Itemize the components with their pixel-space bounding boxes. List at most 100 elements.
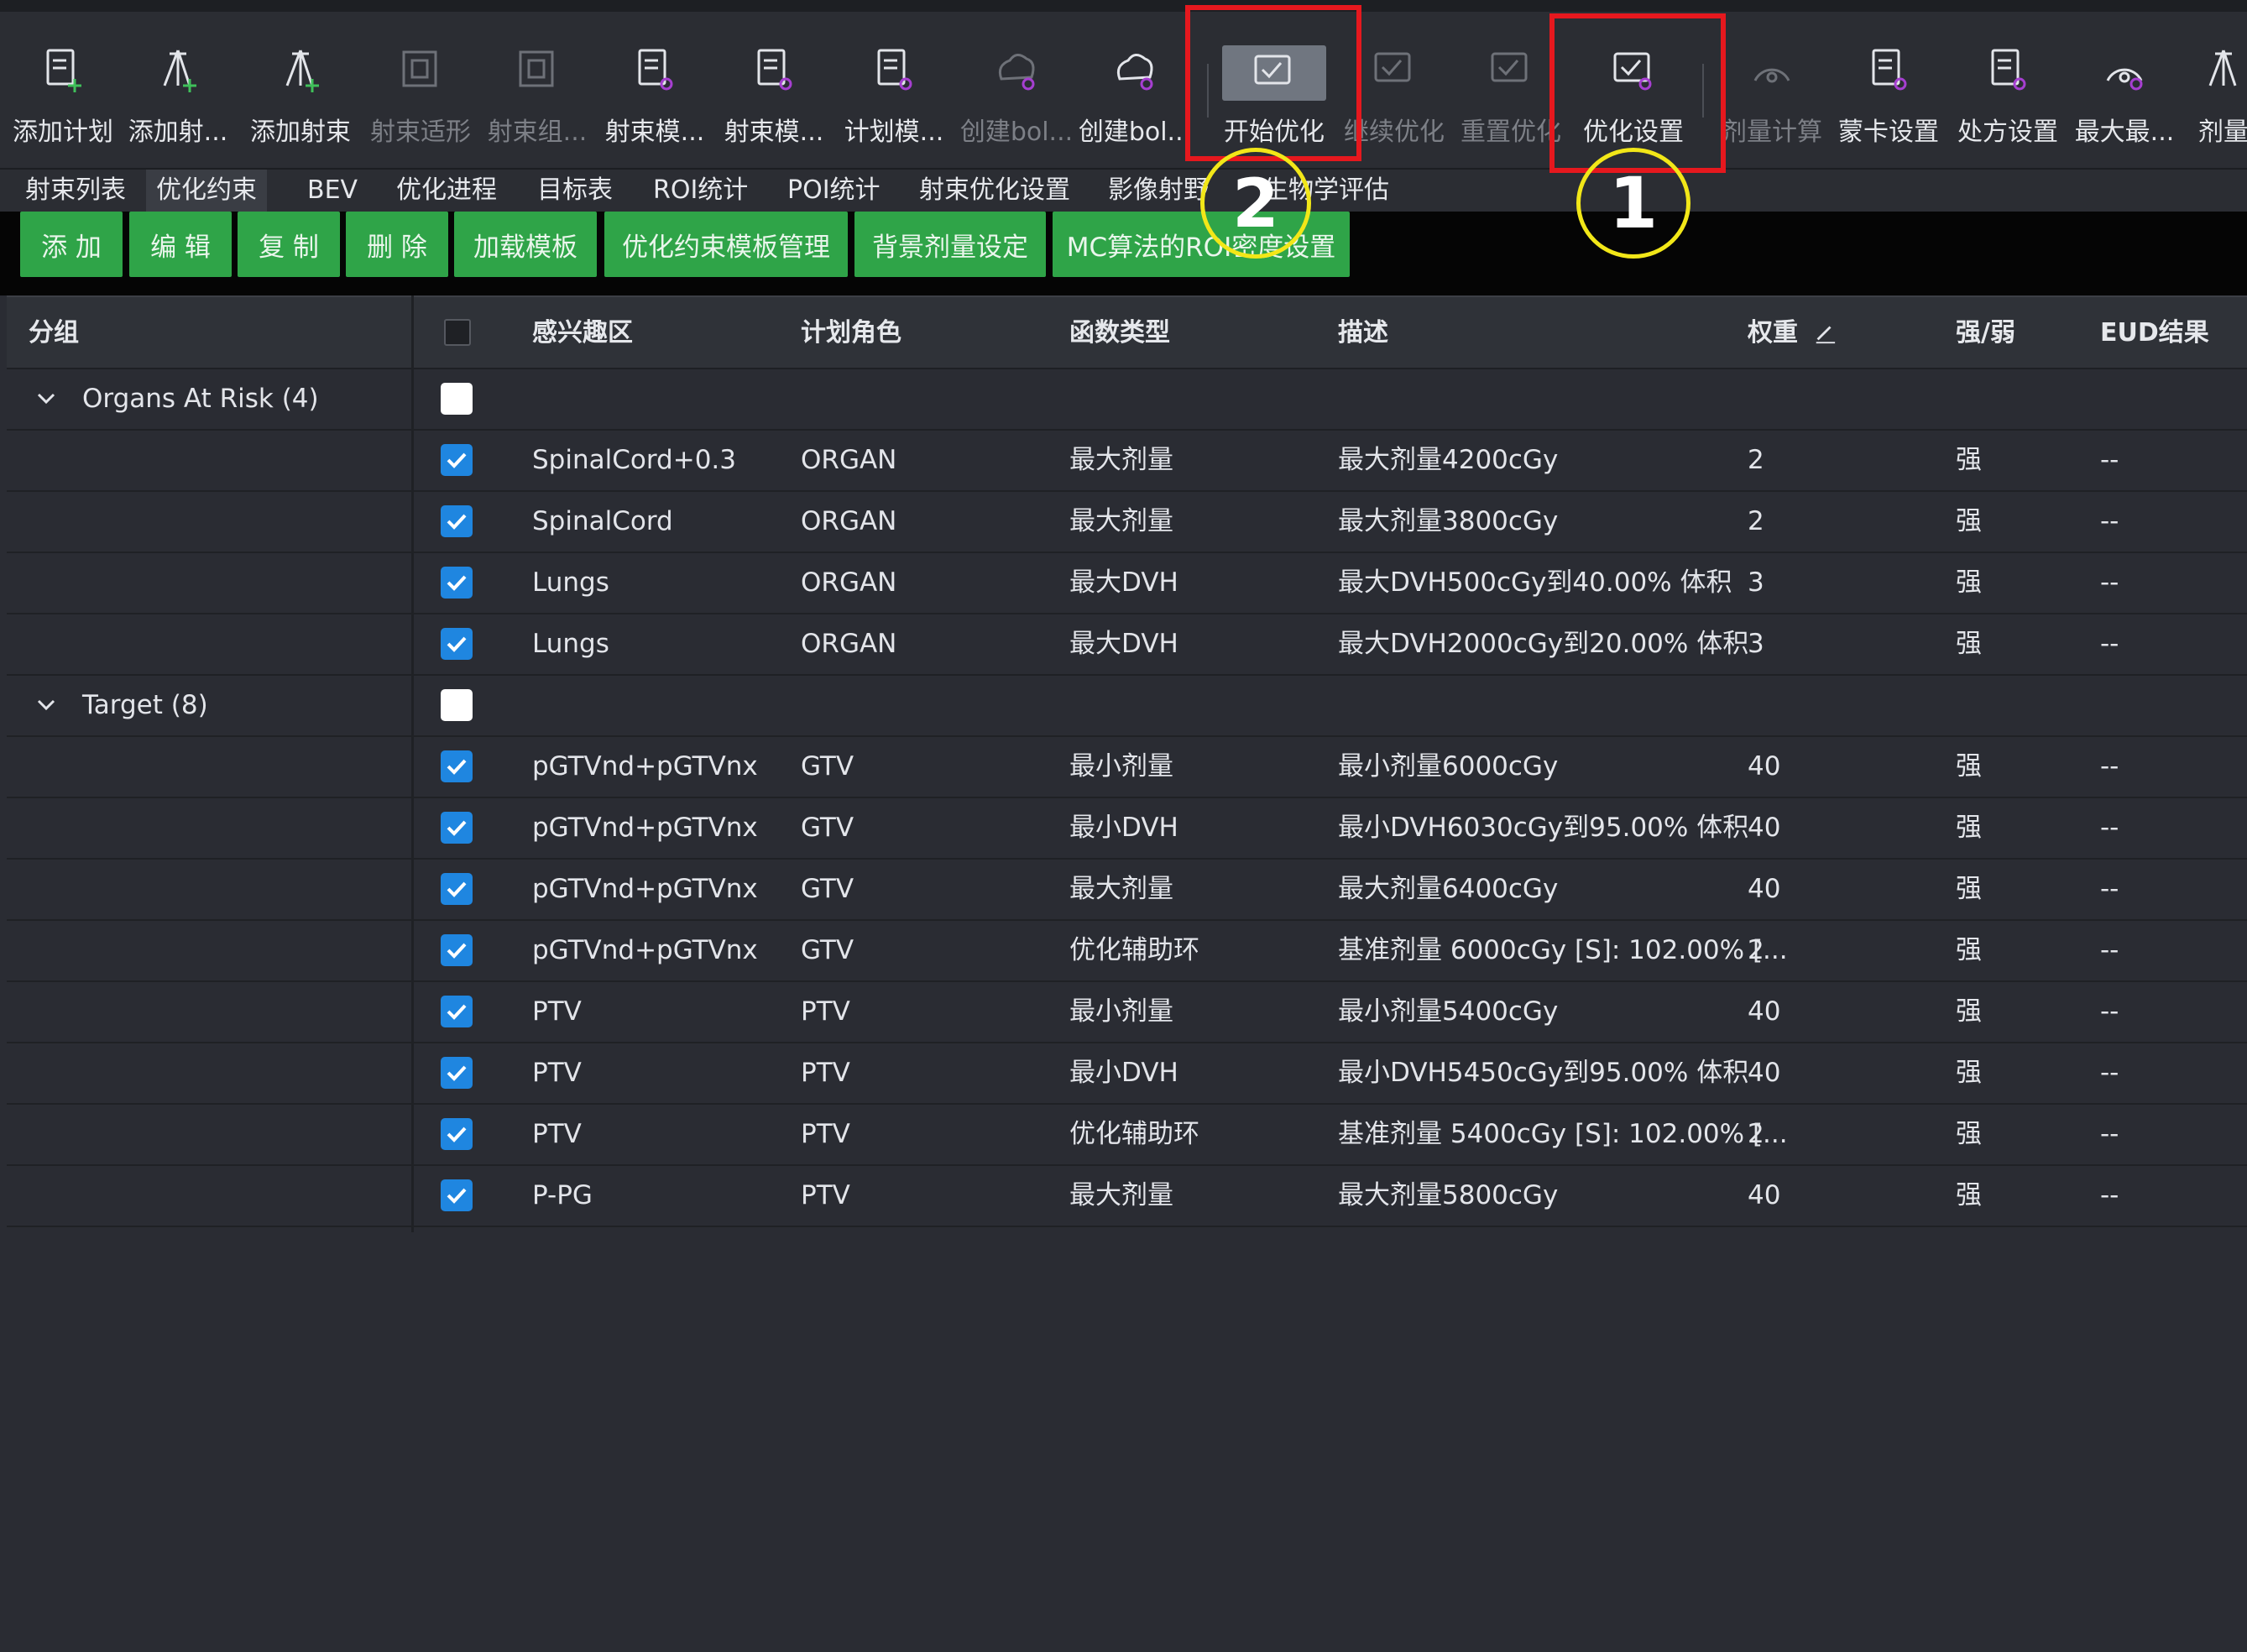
tab-7[interactable]: 射束优化设置	[919, 170, 1070, 212]
toolbar-item-5[interactable]: 射束模...	[588, 30, 722, 156]
column-header-0[interactable]: 分组	[29, 297, 79, 369]
toolbar-item-8[interactable]: 创建bol...	[949, 30, 1084, 156]
tab-2[interactable]: BEV	[307, 170, 358, 212]
cell-weight: 40	[1748, 1058, 1781, 1088]
cell-strength: 强	[1956, 1119, 1982, 1149]
row-checkbox[interactable]	[441, 1118, 473, 1150]
checkmark-icon	[447, 1004, 467, 1020]
toolbar-item-4[interactable]: 射束组...	[470, 30, 604, 156]
cell-desc: 最大DVH2000cGy到20.00% 体积	[1338, 629, 1749, 659]
column-header-4[interactable]: 描述	[1338, 297, 1388, 369]
beam-conform-icon	[402, 50, 437, 87]
create-bolus-2-icon	[1116, 54, 1153, 91]
cell-eud: --	[2100, 567, 2119, 598]
row-checkbox[interactable]	[441, 1179, 473, 1211]
cell-strength: 强	[1956, 996, 1982, 1027]
action-button-0[interactable]: 添 加	[20, 212, 123, 277]
cell-func: 最大剂量	[1069, 1180, 1173, 1210]
tab-8[interactable]: 影像射野	[1108, 170, 1209, 212]
cell-role: PTV	[801, 1119, 850, 1149]
table-row[interactable]: P-PG PTV 最大剂量 最大剂量5800cGy 40 强 --	[7, 1166, 2247, 1227]
row-checkbox[interactable]	[441, 567, 473, 599]
column-header-5[interactable]: 权重	[1748, 297, 1798, 369]
table-row[interactable]: PTV PTV 最小剂量 最小剂量5400cGy 40 强 --	[7, 982, 2247, 1043]
toolbar-item-3[interactable]: 射束适形	[353, 30, 488, 156]
toolbar-item-6[interactable]: 射束模...	[707, 30, 841, 156]
tab-4[interactable]: 目标表	[537, 170, 613, 212]
action-button-3[interactable]: 删 除	[346, 212, 448, 277]
checkmark-icon	[447, 820, 467, 836]
toolbar-item-label: 计划模...	[844, 118, 944, 147]
action-button-1[interactable]: 编 辑	[129, 212, 232, 277]
row-checkbox[interactable]	[441, 996, 473, 1027]
table-row[interactable]: PTV PTV 优化辅助环 基准剂量 5400cGy [S]: 102.00% [..…	[7, 1105, 2247, 1166]
tab-3[interactable]: 优化进程	[396, 170, 497, 212]
cell-desc: 基准剂量 5400cGy [S]: 102.00% [...	[1338, 1119, 1788, 1149]
action-button-4[interactable]: 加载模板	[454, 212, 597, 277]
reset-optimize-icon	[1491, 52, 1528, 82]
cell-eud: --	[2100, 1058, 2119, 1088]
cell-role: ORGAN	[801, 506, 897, 536]
table-row[interactable]: pGTVnd+pGTVnx GTV 最小剂量 最小剂量6000cGy 40 强 --	[7, 737, 2247, 798]
toolbar-item-1[interactable]: 添加射...	[111, 30, 245, 156]
row-checkbox[interactable]	[441, 628, 473, 660]
action-button-5[interactable]: 优化约束模板管理	[604, 212, 848, 277]
row-checkbox[interactable]	[441, 812, 473, 844]
table-row[interactable]: pGTVnd+pGTVnx GTV 最大剂量 最大剂量6400cGy 40 强 --	[7, 860, 2247, 921]
chevron-down-icon[interactable]	[34, 693, 59, 718]
pencil-icon[interactable]	[1813, 321, 1837, 344]
tab-1[interactable]: 优化约束	[146, 170, 267, 212]
row-checkbox[interactable]	[441, 750, 473, 782]
table-row[interactable]: SpinalCord ORGAN 最大剂量 最大剂量3800cGy 2 强 --	[7, 492, 2247, 553]
table-row[interactable]: pGTVnd+pGTVnx GTV 最小DVH 最小DVH6030cGy到95.00%…	[7, 798, 2247, 860]
cell-weight: 2	[1748, 445, 1764, 475]
cell-func: 最大剂量	[1069, 874, 1173, 904]
row-checkbox[interactable]	[441, 873, 473, 905]
tab-5[interactable]: ROI统计	[653, 170, 748, 212]
table-header: 分组 感兴趣区 计划角色 函数类型 描述 权重 强/弱 EUD结果	[7, 295, 2247, 369]
row-checkbox[interactable]	[441, 1057, 473, 1089]
toolbar-item-7[interactable]: 计划模...	[827, 30, 961, 156]
table-row[interactable]: Lungs ORGAN 最大DVH 最大DVH2000cGy到20.00% 体积 3 强 -…	[7, 614, 2247, 676]
cell-roi: SpinalCord	[532, 506, 673, 536]
group-checkbox[interactable]	[441, 383, 473, 415]
column-header-1[interactable]: 感兴趣区	[532, 297, 633, 369]
toolbar-item-15[interactable]: 蒙卡设置	[1821, 30, 1956, 156]
group-column-divider	[411, 295, 414, 1232]
chevron-down-icon[interactable]	[34, 386, 59, 411]
header-select-all-checkbox[interactable]	[444, 319, 471, 346]
toolbar-item-18[interactable]: 剂量	[2156, 30, 2247, 156]
checkmark-icon	[447, 636, 467, 652]
toolbar-item-9[interactable]: 创建bol...	[1068, 30, 1202, 156]
toolbar-item-16[interactable]: 处方设置	[1941, 30, 2075, 156]
row-checkbox[interactable]	[441, 934, 473, 966]
tab-0[interactable]: 射束列表	[25, 170, 126, 212]
table-row[interactable]: SpinalCord+0.3 ORGAN 最大剂量 最大剂量4200cGy 2 强 --	[7, 431, 2247, 492]
toolbar-item-label: 射束模...	[604, 118, 705, 147]
cell-role: GTV	[801, 813, 854, 843]
table-row[interactable]: PTV PTV 最小DVH 最小DVH5450cGy到95.00% 体积 40 强 --	[7, 1043, 2247, 1105]
action-button-2[interactable]: 复 制	[238, 212, 340, 277]
cell-roi: PTV	[532, 1058, 582, 1088]
column-header-2[interactable]: 计划角色	[801, 297, 901, 369]
toolbar-item-2[interactable]: 添加射束	[233, 30, 368, 156]
column-header-7[interactable]: EUD结果	[2100, 297, 2209, 369]
toolbar-item-label: 添加计划	[13, 118, 113, 147]
group-checkbox[interactable]	[441, 689, 473, 721]
group-row[interactable]: Organs At Risk (4)	[7, 369, 2247, 431]
action-button-6[interactable]: 背景剂量设定	[854, 212, 1046, 277]
cell-eud: --	[2100, 935, 2119, 965]
cell-weight: 2	[1748, 506, 1764, 536]
tab-6[interactable]: POI统计	[787, 170, 881, 212]
cell-role: ORGAN	[801, 445, 897, 475]
cell-eud: --	[2100, 1180, 2119, 1210]
row-checkbox[interactable]	[441, 505, 473, 537]
column-header-6[interactable]: 强/弱	[1956, 297, 2015, 369]
table-row[interactable]: Lungs ORGAN 最大DVH 最大DVH500cGy到40.00% 体积 3 强 --	[7, 553, 2247, 614]
group-row[interactable]: Target (8)	[7, 676, 2247, 737]
row-checkbox[interactable]	[441, 444, 473, 476]
column-header-3[interactable]: 函数类型	[1069, 297, 1170, 369]
cell-desc: 最小DVH5450cGy到95.00% 体积	[1338, 1058, 1749, 1088]
table-row[interactable]: pGTVnd+pGTVnx GTV 优化辅助环 基准剂量 6000cGy [S]: 1…	[7, 921, 2247, 982]
cell-weight: 3	[1748, 567, 1764, 598]
